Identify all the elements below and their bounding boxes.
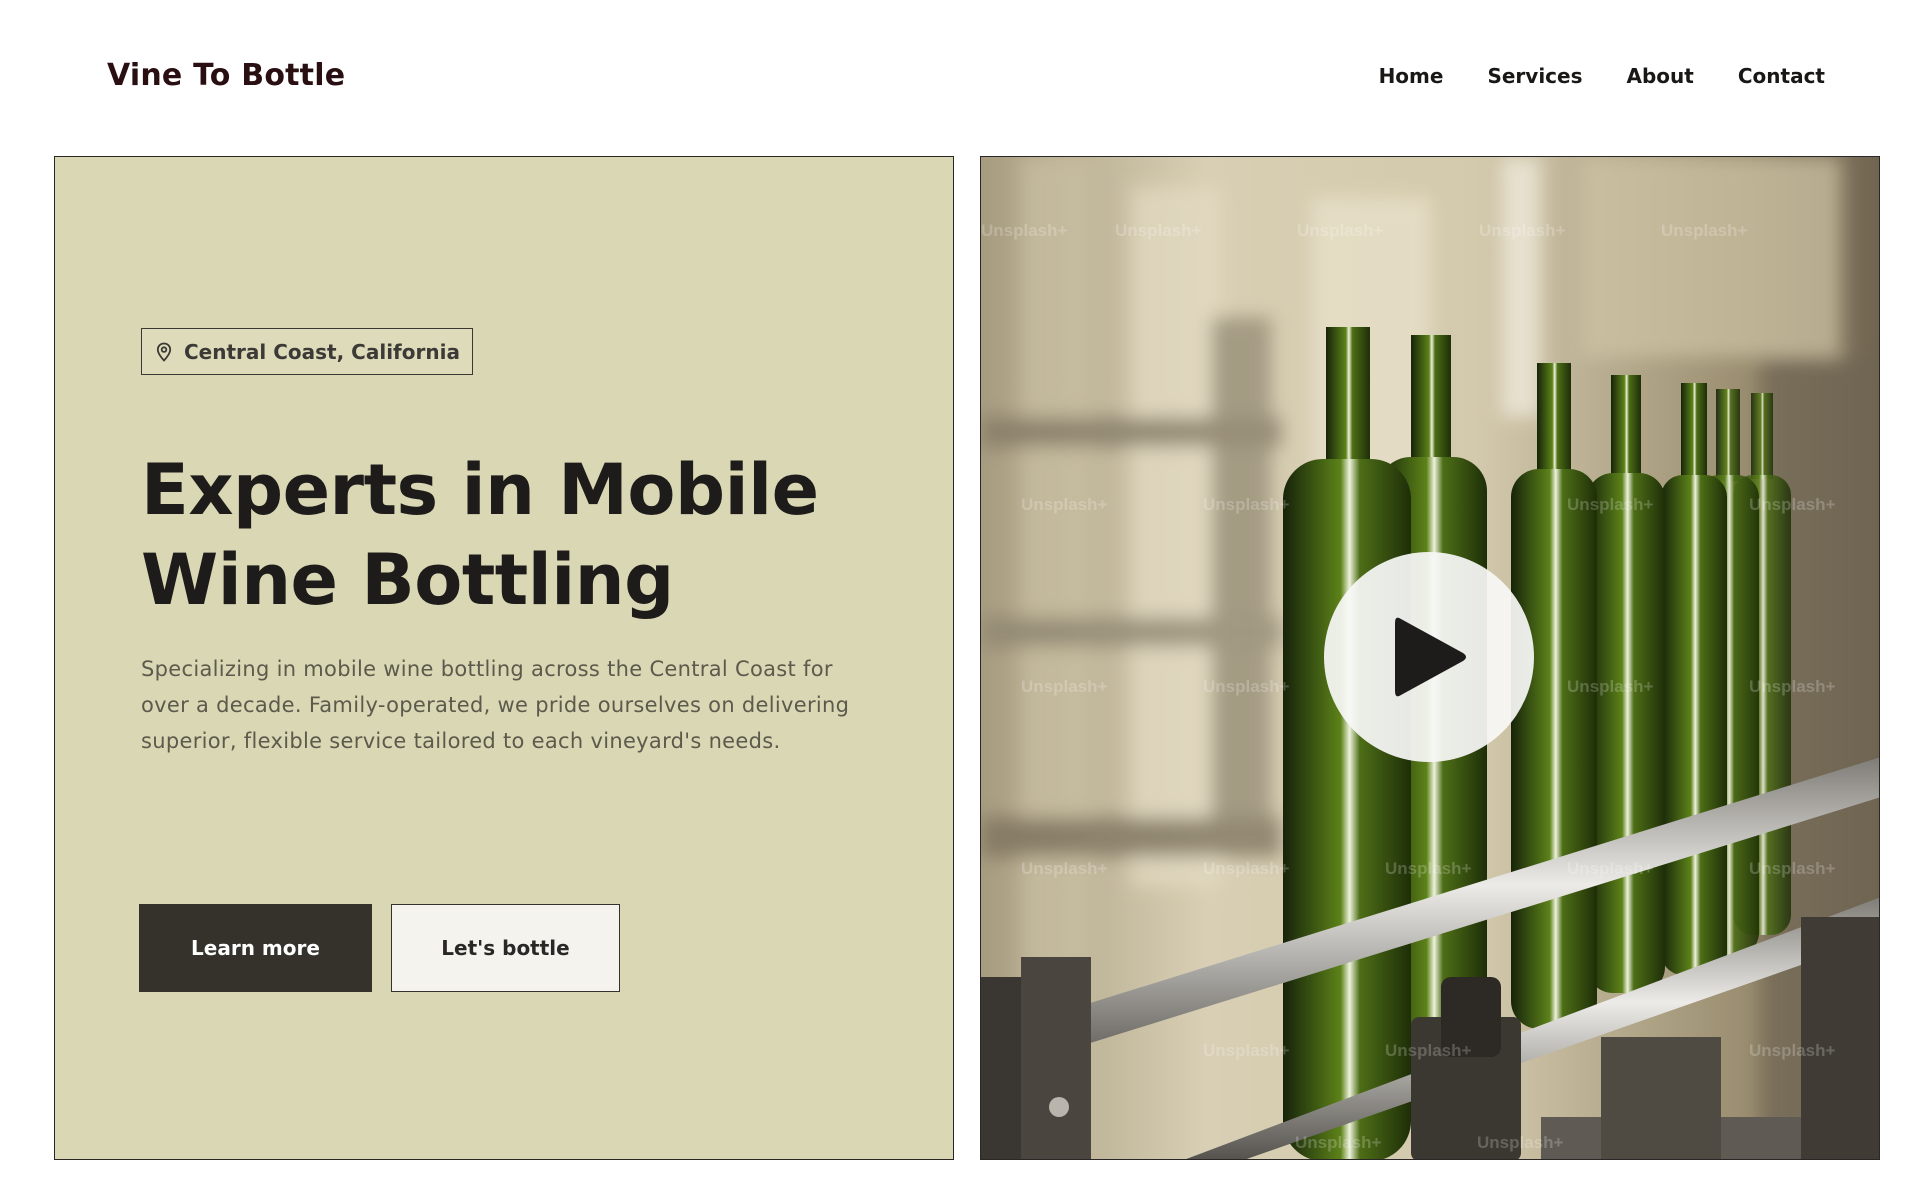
play-button[interactable] bbox=[1324, 552, 1534, 762]
watermark-text: Unsplash+ bbox=[1749, 1041, 1836, 1060]
location-badge: Central Coast, California bbox=[141, 328, 473, 375]
map-pin-icon bbox=[156, 342, 172, 362]
play-icon bbox=[1395, 617, 1466, 697]
nav-home[interactable]: Home bbox=[1379, 64, 1444, 88]
watermark-text: Unsplash+ bbox=[1477, 1133, 1564, 1152]
hero-title: Experts in Mobile Wine Bottling bbox=[141, 449, 819, 621]
learn-more-button[interactable]: Learn more bbox=[139, 904, 372, 992]
watermark-text: Unsplash+ bbox=[1115, 221, 1202, 240]
watermark-text: Unsplash+ bbox=[1661, 221, 1748, 240]
watermark-text: Unsplash+ bbox=[1203, 495, 1290, 514]
watermark-text: Unsplash+ bbox=[1021, 677, 1108, 696]
location-label: Central Coast, California bbox=[184, 339, 460, 364]
watermark-text: Unsplash+ bbox=[1385, 859, 1472, 878]
watermark-text: Unsplash+ bbox=[1021, 859, 1108, 878]
brand-logo[interactable]: Vine To Bottle bbox=[107, 58, 345, 93]
watermark-text: Unsplash+ bbox=[1203, 1041, 1290, 1060]
lets-bottle-button[interactable]: Let's bottle bbox=[391, 904, 620, 992]
watermark-text: Unsplash+ bbox=[1203, 677, 1290, 696]
hero-panel: Central Coast, California Experts in Mob… bbox=[54, 156, 954, 1160]
watermark-text: Unsplash+ bbox=[1021, 495, 1108, 514]
nav-services[interactable]: Services bbox=[1487, 64, 1582, 88]
watermark-text: Unsplash+ bbox=[1749, 859, 1836, 878]
site-header: Vine To Bottle Home Services About Conta… bbox=[0, 0, 1920, 155]
hero-description: Specializing in mobile wine bottling acr… bbox=[141, 657, 850, 753]
watermark-text: Unsplash+ bbox=[1567, 859, 1654, 878]
nav-about[interactable]: About bbox=[1627, 64, 1694, 88]
watermark-text: Unsplash+ bbox=[1385, 1041, 1472, 1060]
watermark-text: Unsplash+ bbox=[1567, 677, 1654, 696]
watermark-text: Unsplash+ bbox=[1749, 495, 1836, 514]
watermark-text: Unsplash+ bbox=[1749, 677, 1836, 696]
watermark-text: Unsplash+ bbox=[1203, 859, 1290, 878]
nav-contact[interactable]: Contact bbox=[1738, 64, 1825, 88]
watermark-text: Unsplash+ bbox=[1567, 495, 1654, 514]
watermark-text: Unsplash+ bbox=[981, 221, 1068, 240]
main-nav: Home Services About Contact bbox=[1379, 64, 1825, 88]
watermark-text: Unsplash+ bbox=[1297, 221, 1384, 240]
watermark-text: Unsplash+ bbox=[1479, 221, 1566, 240]
watermark-text: Unsplash+ bbox=[1295, 1133, 1382, 1152]
